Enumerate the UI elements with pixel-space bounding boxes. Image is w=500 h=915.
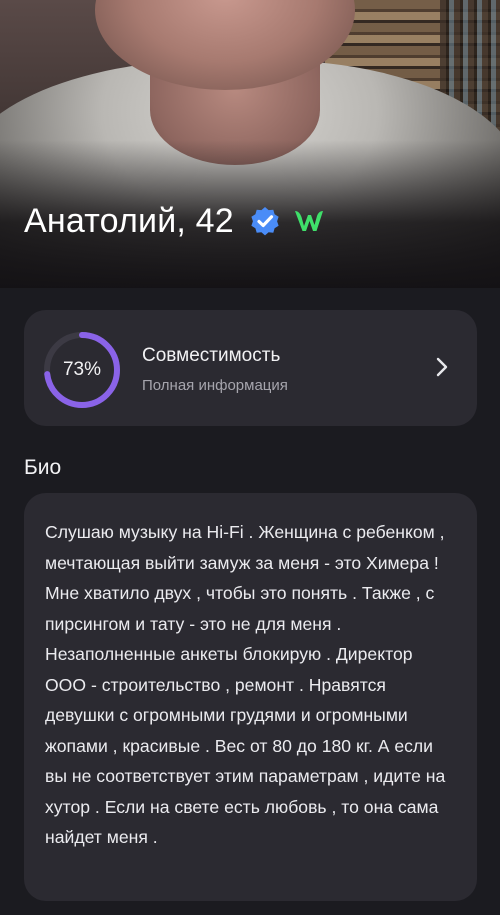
compatibility-subtitle: Полная информация [142, 377, 288, 394]
profile-header: Анатолий, 42 [24, 196, 324, 246]
bio-heading: Био [24, 456, 62, 479]
bio-text: Слушаю музыку на Hi-Fi . Женщина с ребен… [45, 522, 446, 847]
profile-photo[interactable] [0, 0, 500, 290]
profile-name-age: Анатолий, 42 [24, 201, 234, 240]
w-logo-icon [294, 211, 323, 231]
compatibility-percent: 73% [62, 359, 102, 380]
chevron-right-icon[interactable] [435, 356, 449, 378]
profile-details: 73% Совместимость Полная информация Био … [0, 288, 500, 915]
compatibility-title: Совместимость [142, 345, 281, 366]
bio-card: Слушаю музыку на Hi-Fi . Женщина с ребен… [24, 493, 477, 901]
verified-badge-icon [251, 207, 279, 236]
compatibility-card[interactable]: 73% Совместимость Полная информация [24, 310, 477, 426]
